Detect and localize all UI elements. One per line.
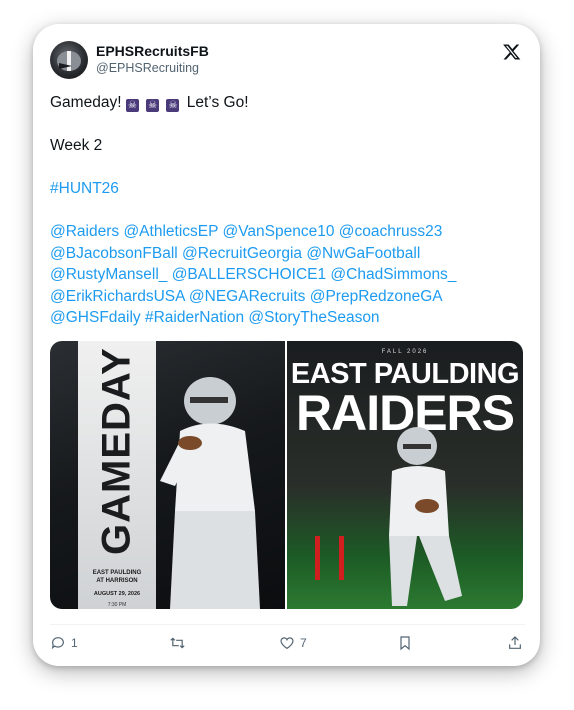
running-back-figure-icon — [389, 427, 462, 606]
matchup-caption: EAST PAULDING AT HARRISON — [78, 569, 156, 585]
reply-button[interactable]: 1 — [50, 635, 78, 651]
skull-crossbones-icon: ☠ — [125, 99, 139, 112]
gameday-graphic-image[interactable]: GAMEDAY EAST PAULDING AT HARRISON AUGUST… — [50, 341, 285, 609]
matchup-team: EAST PAULDING — [92, 570, 142, 576]
mentions-line[interactable]: @GHSFdaily #RaiderNation @StoryTheSeason — [50, 307, 528, 329]
like-count: 7 — [300, 636, 307, 650]
raiders-graphic-image[interactable]: FALL 2026 EAST PAULDING RAIDERS — [287, 341, 523, 609]
share-icon — [509, 636, 521, 649]
reply-icon — [51, 637, 64, 650]
matchup-opponent: AT HARRISON — [96, 578, 138, 584]
mentions-line[interactable]: @ErikRichardsUSA @NEGARecruits @PrepRedz… — [50, 286, 528, 308]
reply-count: 1 — [71, 636, 78, 650]
mentions-line[interactable]: @Raiders @AthleticsEP @VanSpence10 @coac… — [50, 221, 528, 243]
tweet-line-prefix: Gameday! — [50, 94, 126, 111]
mentions-line[interactable]: @BJacobsonFBall @RecruitGeorgia @NwGaFoo… — [50, 243, 528, 265]
raider-helmet-icon — [57, 51, 81, 71]
author-handle[interactable]: @EPHSRecruiting — [96, 61, 199, 75]
mentions-line[interactable]: @RustyMansell_ @BALLERSCHOICE1 @ChadSimm… — [50, 264, 528, 286]
tweet-line-gameday: Gameday! ☠ ☠ ☠ Let’s Go! — [50, 92, 528, 114]
repost-button[interactable] — [169, 635, 191, 651]
bookmark-icon — [400, 636, 410, 651]
hashtag-link[interactable]: #HUNT26 — [50, 178, 528, 200]
bookmark-button[interactable] — [398, 635, 417, 651]
gameday-banner-text: GAMEDAY — [94, 347, 139, 555]
repost-icon — [170, 637, 185, 649]
tweet-line-suffix: Let’s Go! — [186, 94, 249, 111]
skull-crossbones-icon: ☠ — [146, 99, 160, 112]
goalpost-marker — [339, 536, 344, 580]
tweet-text: Gameday! ☠ ☠ ☠ Let’s Go! Week 2 #HUNT26 … — [50, 92, 528, 329]
heart-icon — [280, 637, 294, 650]
tweet-line-week: Week 2 — [50, 137, 103, 154]
tweet-card[interactable]: EPHSRecruitsFB @EPHSRecruiting Gameday! … — [33, 24, 540, 666]
x-logo-icon[interactable] — [502, 42, 522, 62]
skull-crossbones-icon: ☠ — [166, 99, 180, 112]
like-button[interactable]: 7 — [279, 635, 307, 651]
quarterback-figure-icon — [160, 377, 260, 609]
author-name[interactable]: EPHSRecruitsFB — [96, 43, 209, 59]
avatar[interactable] — [50, 41, 88, 79]
game-date: AUGUST 29, 2026 — [93, 591, 141, 597]
goalpost-marker — [315, 536, 320, 580]
season-label: FALL 2026 — [381, 349, 429, 355]
share-button[interactable] — [507, 635, 528, 651]
action-bar: 1 7 — [50, 624, 525, 651]
game-time: 7:30 PM — [107, 602, 127, 608]
media-grid: GAMEDAY EAST PAULDING AT HARRISON AUGUST… — [50, 341, 523, 609]
